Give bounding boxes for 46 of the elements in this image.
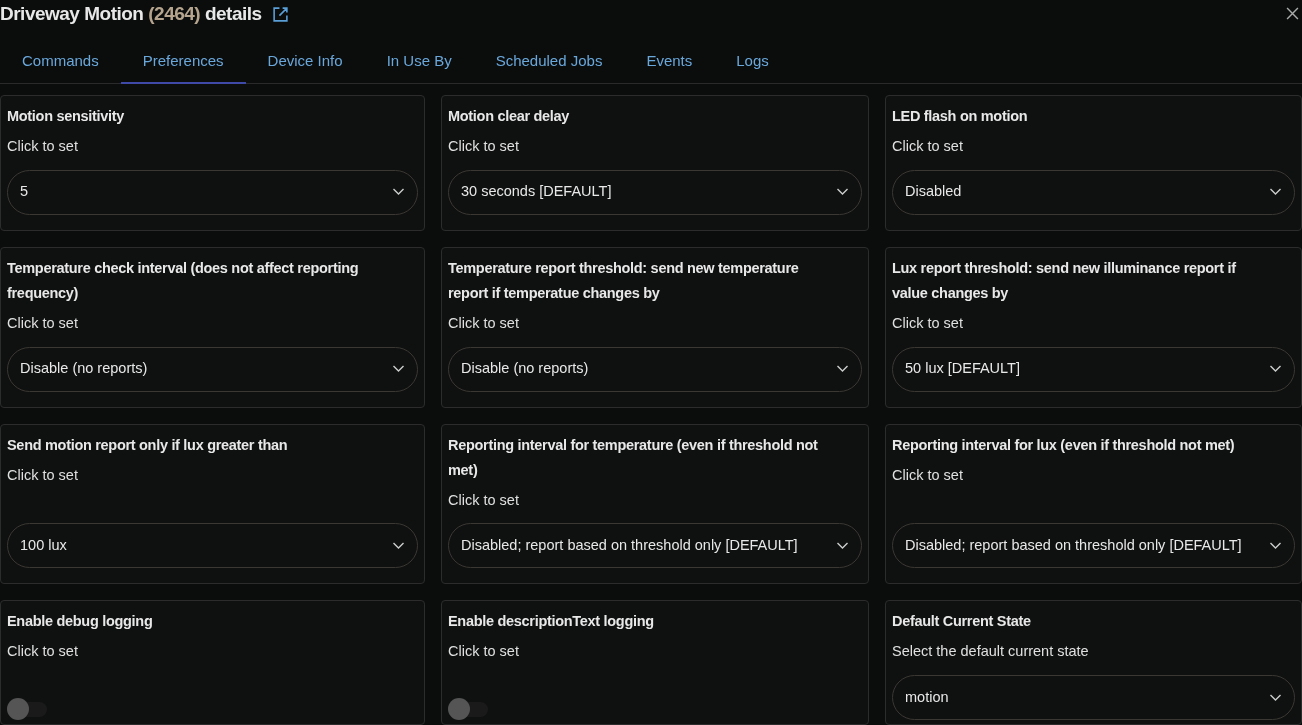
tab[interactable]: Preferences — [120, 40, 246, 84]
preference-hint: Click to set — [892, 313, 964, 333]
external-link-icon[interactable] — [271, 5, 289, 23]
preference-hint: Select the default current state — [892, 642, 1090, 662]
chevron-down-icon — [392, 365, 405, 373]
preference-title: Motion clear delay — [448, 107, 571, 126]
close-icon[interactable] — [1286, 7, 1299, 20]
tab[interactable]: In Use By — [364, 40, 474, 84]
preference-title: LED flash on motion — [892, 107, 1029, 126]
preference-hint: Click to set — [7, 465, 79, 485]
toggle-switch[interactable] — [7, 698, 47, 720]
preference-hint: Click to set — [448, 642, 520, 662]
preference-title: Send motion report only if lux greater than — [7, 435, 289, 455]
chevron-down-icon — [1269, 365, 1282, 373]
preference-title: Enable debug logging — [7, 612, 154, 632]
preference-hint: Click to set — [7, 313, 79, 333]
preference-title: Default Current State — [892, 612, 1032, 632]
preference-title: Temperature report threshold: send new temperature report if temperatue changes by — [448, 258, 800, 303]
preference-title: Reporting interval for lux (even if threshold not met) — [892, 435, 1236, 455]
chevron-down-icon — [1269, 693, 1282, 702]
tab[interactable]: Events — [624, 40, 715, 84]
preference-hint: Click to set — [448, 490, 520, 510]
tab[interactable]: Commands — [0, 40, 121, 84]
chevron-down-icon — [836, 188, 849, 197]
dialog-title: Driveway Motion (2464) details — [0, 1, 262, 26]
tab[interactable]: Device Info — [245, 40, 365, 84]
preference-title: Motion sensitivity — [7, 107, 126, 126]
chevron-down-icon — [836, 541, 849, 550]
tab[interactable]: Scheduled Jobs — [473, 40, 625, 84]
tab[interactable]: Logs — [714, 40, 791, 84]
toggle-switch[interactable] — [448, 698, 488, 720]
preference-title: Enable descriptionText logging — [448, 612, 655, 632]
chevron-down-icon — [392, 188, 405, 197]
chevron-down-icon — [1269, 541, 1282, 550]
chevron-down-icon — [392, 541, 405, 550]
preference-hint: Click to set — [892, 465, 964, 485]
preference-hint: Click to set — [892, 137, 964, 156]
preference-hint: Click to set — [448, 137, 520, 156]
preference-hint: Click to set — [7, 137, 79, 156]
preference-hint: Click to set — [448, 313, 520, 333]
chevron-down-icon — [836, 365, 849, 373]
preference-hint: Click to set — [7, 642, 79, 662]
preference-title: Lux report threshold: send new illuminance report if value changes by — [892, 258, 1237, 303]
preference-title: Reporting interval for temperature (even if threshold not met) — [448, 435, 819, 480]
chevron-down-icon — [1269, 188, 1282, 197]
preference-title: Temperature check interval (does not affect reporting frequency) — [7, 258, 360, 303]
